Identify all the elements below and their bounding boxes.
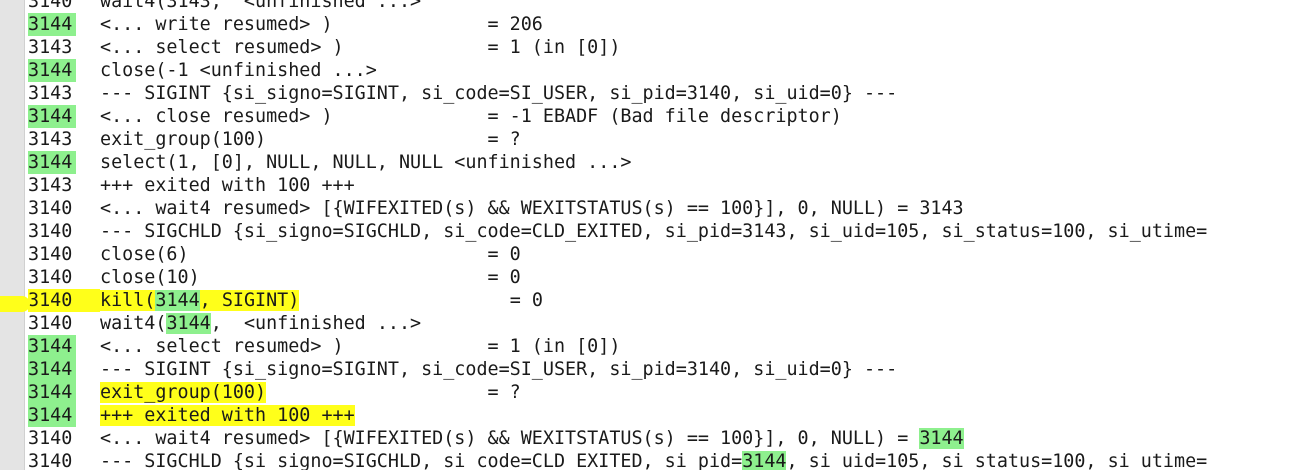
line-text-segment: --- SIGINT {si_signo=SIGINT, si_code=SI_… (100, 359, 898, 380)
line-text-segment: , <unfinished ...> (210, 313, 422, 334)
line-text-segment: = ? (266, 382, 521, 403)
line-text-segment: --- SIGINT {si_signo=SIGINT, si_code=SI_… (100, 83, 898, 104)
line-content: close(10) = 0 (76, 266, 521, 289)
line-text-segment: exit_group(100) = ? (100, 129, 521, 150)
line-text-segment: +++ exited with 100 +++ (100, 405, 355, 426)
line-content: <... wait4 resumed> [{WIFEXITED(s) && WE… (76, 197, 964, 220)
log-line: 3143 exit_group(100) = ? (28, 128, 1298, 151)
line-pid: 3144 (28, 13, 76, 36)
line-pid: 3140 (28, 451, 73, 470)
pid-reference-highlight: 3144 (155, 290, 200, 311)
log-line: 3140 wait4(3144, <unfinished ...> (28, 312, 1298, 335)
line-text-segment: <... wait4 resumed> [{WIFEXITED(s) && WE… (100, 198, 964, 219)
line-content: --- SIGCHLD {si_signo=SIGCHLD, si_code=C… (76, 450, 1207, 470)
line-content: exit_group(100) = ? (76, 381, 521, 404)
log-line: 3140 --- SIGCHLD {si_signo=SIGCHLD, si_co… (28, 220, 1298, 243)
line-pid: 3143 (28, 129, 73, 150)
log-line: 3144 select(1, [0], NULL, NULL, NULL <unf… (28, 151, 1298, 174)
line-text-segment: --- SIGCHLD {si_signo=SIGCHLD, si_code=C… (100, 221, 1208, 242)
line-content: close(6) = 0 (76, 243, 521, 266)
line-text-segment: --- SIGCHLD {si_signo=SIGCHLD, si_code=C… (100, 451, 743, 470)
line-pid: 3144 (28, 404, 76, 427)
line-text-segment: select(1, [0], NULL, NULL, NULL <unfinis… (100, 152, 632, 173)
log-line: 3140 <... wait4 resumed> [{WIFEXITED(s) &… (28, 427, 1298, 450)
line-text-segment: close(-1 <unfinished ...> (100, 60, 377, 81)
line-content: --- SIGCHLD {si_signo=SIGCHLD, si_code=C… (76, 220, 1207, 243)
log-line: 3140 close(10) = 0 (28, 266, 1298, 289)
line-text-segment: <... wait4 resumed> [{WIFEXITED(s) && WE… (100, 428, 920, 449)
line-content: --- SIGINT {si_signo=SIGINT, si_code=SI_… (76, 82, 897, 105)
line-text-segment: wait4( (100, 313, 167, 334)
line-pid: 3140 (28, 313, 73, 334)
log-line: 3140 kill(3144, SIGINT) = 0 (0, 289, 1298, 312)
log-line: 3143 <... select resumed> ) = 1 (in [0]) (28, 36, 1298, 59)
log-line: 3144 +++ exited with 100 +++ (28, 404, 1298, 427)
line-content: <... write resumed> ) = 206 (76, 13, 543, 36)
log-line: 3143 +++ exited with 100 +++ (28, 174, 1298, 197)
line-content: kill(3144, SIGINT) = 0 (76, 289, 543, 312)
line-text-segment: exit_group(100) (100, 382, 267, 403)
pid-reference-highlight: 3144 (919, 428, 964, 449)
log-line: 3140 <... wait4 resumed> [{WIFEXITED(s) &… (28, 197, 1298, 220)
line-text-segment: <... close resumed> ) = -1 EBADF (Bad fi… (100, 106, 842, 127)
line-pid: 3144 (28, 59, 76, 82)
line-pid: 3140 (28, 289, 76, 312)
log-line: 3144 <... write resumed> ) = 206 (28, 13, 1298, 36)
line-content: exit_group(100) = ? (76, 128, 521, 151)
line-pid: 3144 (28, 151, 76, 174)
line-text-segment: , si_uid=105, si_status=100, si_utime= (786, 451, 1208, 470)
line-content: --- SIGINT {si_signo=SIGINT, si_code=SI_… (76, 358, 897, 381)
line-text-segment: wait4(3143, <unfinished ...> (100, 0, 422, 12)
log-line: 3144 --- SIGINT {si_signo=SIGINT, si_code… (28, 358, 1298, 381)
log-line: 3144 exit_group(100) = ? (28, 381, 1298, 404)
line-pid: 3144 (28, 381, 76, 404)
log-line: 3140 --- SIGCHLD {si_signo=SIGCHLD, si_co… (28, 450, 1298, 470)
log-line: 3144 <... select resumed> ) = 1 (in [0]) (28, 335, 1298, 358)
line-content: <... close resumed> ) = -1 EBADF (Bad fi… (76, 105, 842, 128)
line-content: +++ exited with 100 +++ (76, 174, 355, 197)
line-pid: 3144 (28, 105, 76, 128)
line-content: <... select resumed> ) = 1 (in [0]) (76, 36, 620, 59)
line-pid: 3140 (28, 428, 73, 449)
line-pid: 3143 (28, 83, 73, 104)
log-line: 3140 close(6) = 0 (28, 243, 1298, 266)
line-text-segment: +++ exited with 100 +++ (100, 175, 355, 196)
line-text-segment: <... write resumed> ) = 206 (100, 14, 543, 35)
log-line: 3144 <... close resumed> ) = -1 EBADF (Ba… (28, 105, 1298, 128)
line-text-segment: <... select resumed> ) = 1 (in [0]) (100, 336, 621, 357)
log-line: 3143 --- SIGINT {si_signo=SIGINT, si_code… (28, 82, 1298, 105)
line-pid: 3143 (28, 175, 73, 196)
line-content: select(1, [0], NULL, NULL, NULL <unfinis… (76, 151, 631, 174)
log-line: 3140 wait4(3143, <unfinished ...> (28, 0, 1298, 13)
highlighter-mark (0, 296, 30, 312)
line-pid: 3144 (28, 358, 76, 381)
line-content: wait4(3144, <unfinished ...> (76, 312, 421, 335)
log-lines: 3140 wait4(3143, <unfinished ...> 3144 <...… (0, 0, 1298, 470)
line-content: <... select resumed> ) = 1 (in [0]) (76, 335, 620, 358)
line-pid: 3140 (28, 221, 73, 242)
editor-gutter (0, 0, 25, 470)
pid-reference-highlight: 3144 (166, 313, 211, 334)
line-pid: 3144 (28, 335, 76, 358)
pid-reference-highlight: 3144 (742, 451, 787, 470)
line-content: +++ exited with 100 +++ (76, 404, 355, 427)
line-content: close(-1 <unfinished ...> (76, 59, 377, 82)
line-text-segment: , SIGINT) (199, 290, 300, 311)
line-pid: 3140 (28, 267, 73, 288)
line-pid: 3143 (28, 37, 73, 58)
line-text-segment: = 0 (299, 290, 543, 311)
line-pid: 3140 (28, 244, 73, 265)
line-content: wait4(3143, <unfinished ...> (76, 0, 421, 13)
log-line: 3144 close(-1 <unfinished ...> (28, 59, 1298, 82)
strace-log-editor[interactable]: 3140 wait4(3143, <unfinished ...> 3144 <...… (0, 0, 1298, 470)
line-text-segment: <... select resumed> ) = 1 (in [0]) (100, 37, 621, 58)
line-text-segment: close(10) = 0 (100, 267, 521, 288)
line-pid: 3140 (28, 0, 73, 12)
line-content: <... wait4 resumed> [{WIFEXITED(s) && WE… (76, 427, 964, 450)
line-text-segment: kill( (100, 290, 156, 311)
line-text-segment: close(6) = 0 (100, 244, 521, 265)
line-pid: 3140 (28, 198, 73, 219)
